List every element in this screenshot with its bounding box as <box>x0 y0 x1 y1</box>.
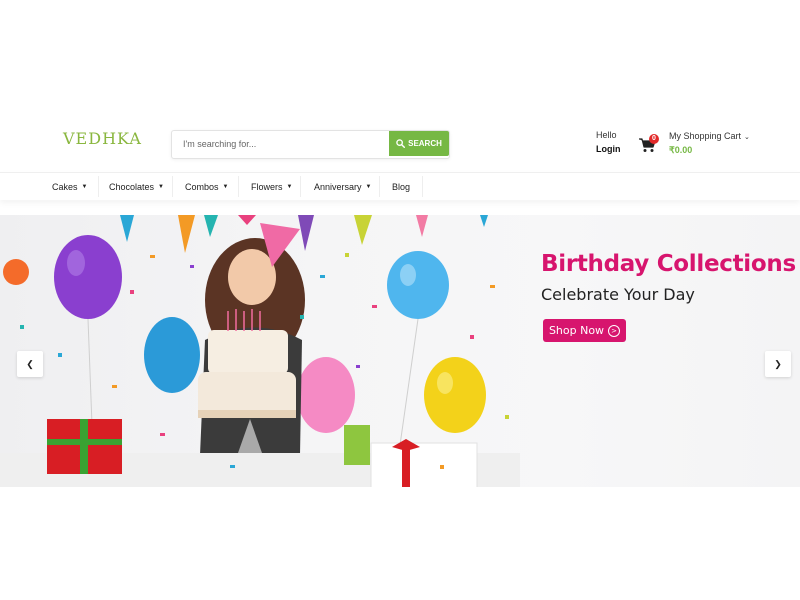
nav-item-cakes[interactable]: Cakes ▼ <box>52 173 87 200</box>
chevron-right-icon: ❯ <box>774 358 782 369</box>
brand-logo[interactable]: VEDHKA <box>63 129 142 148</box>
cart-count-badge: 0 <box>649 134 659 144</box>
caret-down-icon: ▼ <box>222 183 229 190</box>
cart-total: ₹0.00 <box>669 145 693 155</box>
cart-title-label: My Shopping Cart <box>669 131 742 141</box>
site-header: VEDHKA SEARCH Hello Login <box>0 110 800 175</box>
nav-item-flowers[interactable]: Flowers ▼ <box>251 173 292 200</box>
shop-now-label: Shop Now <box>548 324 605 337</box>
nav-divider <box>300 176 301 197</box>
cart-dropdown[interactable]: My Shopping Cart ⌄ <box>669 131 750 141</box>
search-input[interactable] <box>172 131 383 156</box>
greeting-text: Hello <box>596 130 617 140</box>
chevron-left-icon: ❮ <box>26 358 34 369</box>
carousel-prev-button[interactable]: ❮ <box>17 351 43 377</box>
main-navigation: Cakes ▼ Chocolates ▼ Combos ▼ Flowers ▼ … <box>0 172 800 200</box>
nav-divider <box>238 176 239 197</box>
nav-divider <box>98 176 99 197</box>
banner-subtitle: Celebrate Your Day <box>541 285 695 304</box>
nav-item-label: Combos <box>185 181 219 192</box>
circle-arrow-right-icon: > <box>608 324 621 337</box>
search-icon <box>396 139 406 148</box>
caret-down-icon: ▼ <box>158 183 164 190</box>
nav-item-label: Blog <box>392 181 411 192</box>
search-button[interactable]: SEARCH <box>389 131 449 156</box>
login-link[interactable]: Login <box>596 144 621 154</box>
nav-divider <box>422 176 423 197</box>
search-button-label: SEARCH <box>408 139 442 148</box>
banner-title: Birthday Collections <box>541 251 796 277</box>
nav-item-blog[interactable]: Blog <box>392 173 410 200</box>
hero-banner[interactable]: Birthday Collections Celebrate Your Day … <box>0 215 800 487</box>
carousel-next-button[interactable]: ❯ <box>765 351 791 377</box>
nav-item-chocolates[interactable]: Chocolates ▼ <box>109 173 164 200</box>
nav-divider <box>379 176 380 197</box>
search-bar: SEARCH <box>171 130 450 159</box>
caret-down-icon: ▼ <box>286 183 293 190</box>
nav-item-label: Chocolates <box>109 181 155 192</box>
caret-down-icon: ▼ <box>365 183 372 190</box>
nav-item-anniversary[interactable]: Anniversary ▼ <box>314 173 371 200</box>
nav-item-combos[interactable]: Combos ▼ <box>185 173 228 200</box>
caret-down-icon: ▼ <box>81 183 88 190</box>
nav-item-label: Anniversary <box>314 181 362 192</box>
nav-divider <box>172 176 173 197</box>
nav-item-label: Cakes <box>52 181 78 192</box>
shop-now-button[interactable]: Shop Now > <box>543 319 626 342</box>
chevron-down-icon: ⌄ <box>744 134 750 141</box>
nav-item-label: Flowers <box>251 181 283 192</box>
